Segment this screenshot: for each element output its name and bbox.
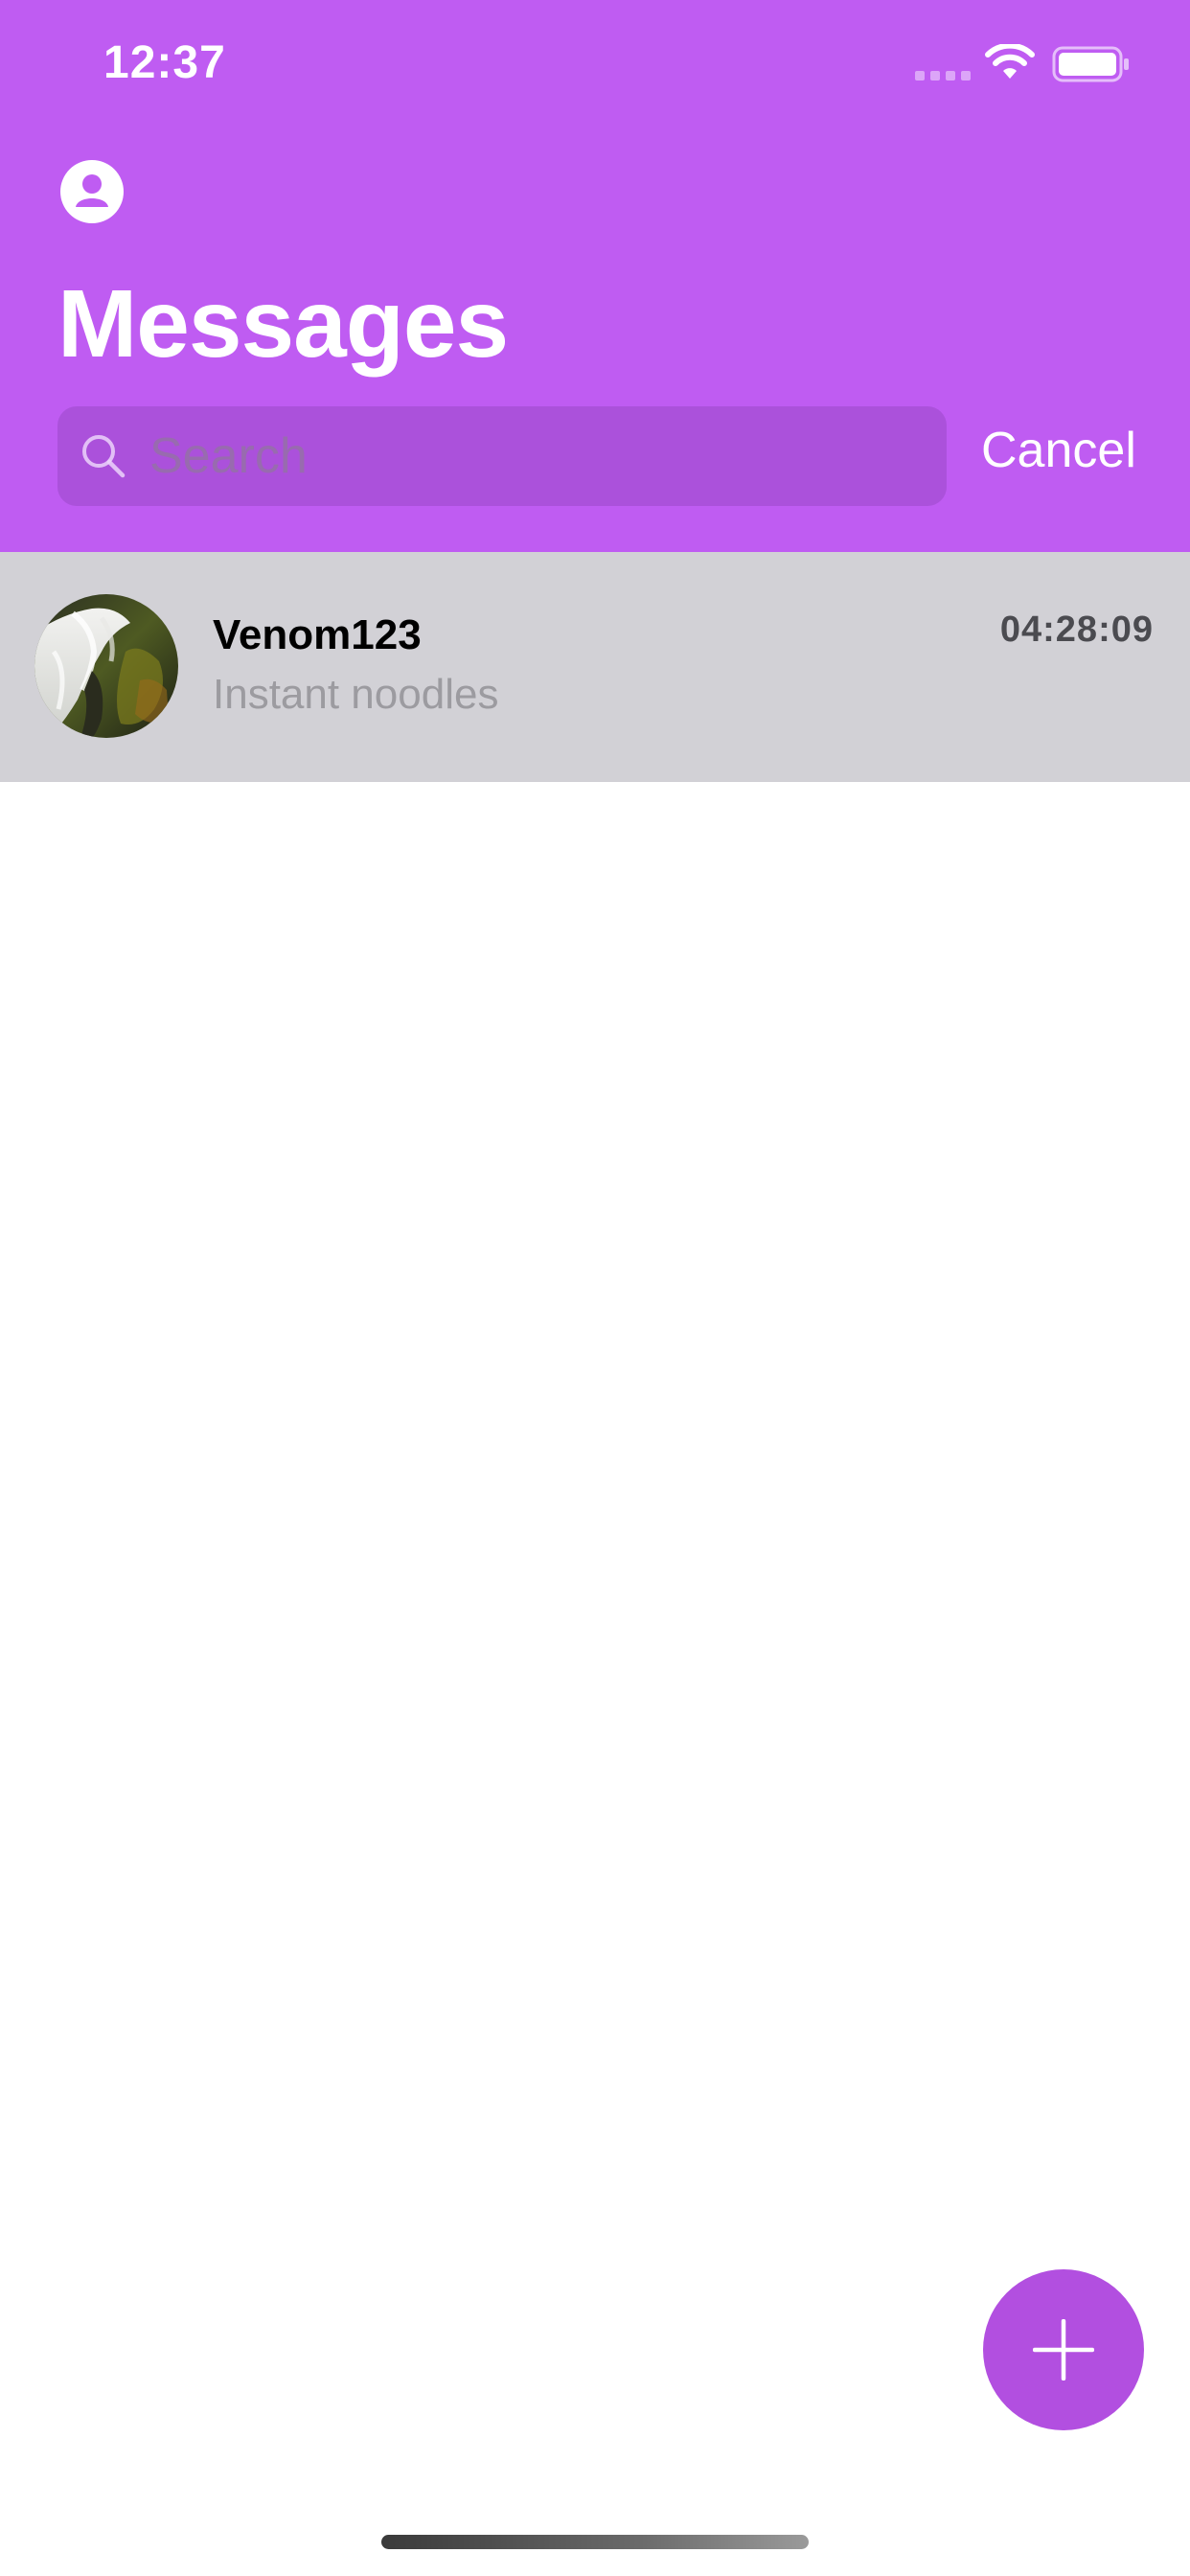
- avatar: [34, 594, 178, 738]
- plus-icon: [1033, 2319, 1094, 2380]
- header: 12:37 Messages Cancel: [0, 0, 1190, 552]
- home-indicator: [381, 2535, 809, 2549]
- new-message-button[interactable]: [983, 2269, 1144, 2430]
- conversation-row[interactable]: Venom123 Instant noodles 04:28:09: [0, 552, 1190, 782]
- signal-dots-icon: [915, 71, 971, 80]
- status-time: 12:37: [103, 37, 226, 88]
- messages-screen: 12:37 Messages Cancel: [0, 0, 1190, 2576]
- search-icon: [82, 435, 126, 478]
- contact-name: Venom123: [213, 611, 422, 658]
- message-preview: Instant noodles: [213, 671, 499, 718]
- message-time: 04:28:09: [999, 610, 1154, 650]
- battery-icon: [1052, 46, 1129, 82]
- conversation-list: Venom123 Instant noodles 04:28:09: [0, 552, 1190, 782]
- page-title: Messages: [57, 270, 509, 378]
- cancel-button[interactable]: Cancel: [981, 422, 1136, 479]
- search-field[interactable]: [57, 406, 947, 506]
- waterfall-photo: [34, 594, 178, 738]
- search-input[interactable]: [148, 417, 918, 495]
- person-circle-icon[interactable]: [59, 159, 125, 224]
- wifi-icon: [985, 44, 1035, 79]
